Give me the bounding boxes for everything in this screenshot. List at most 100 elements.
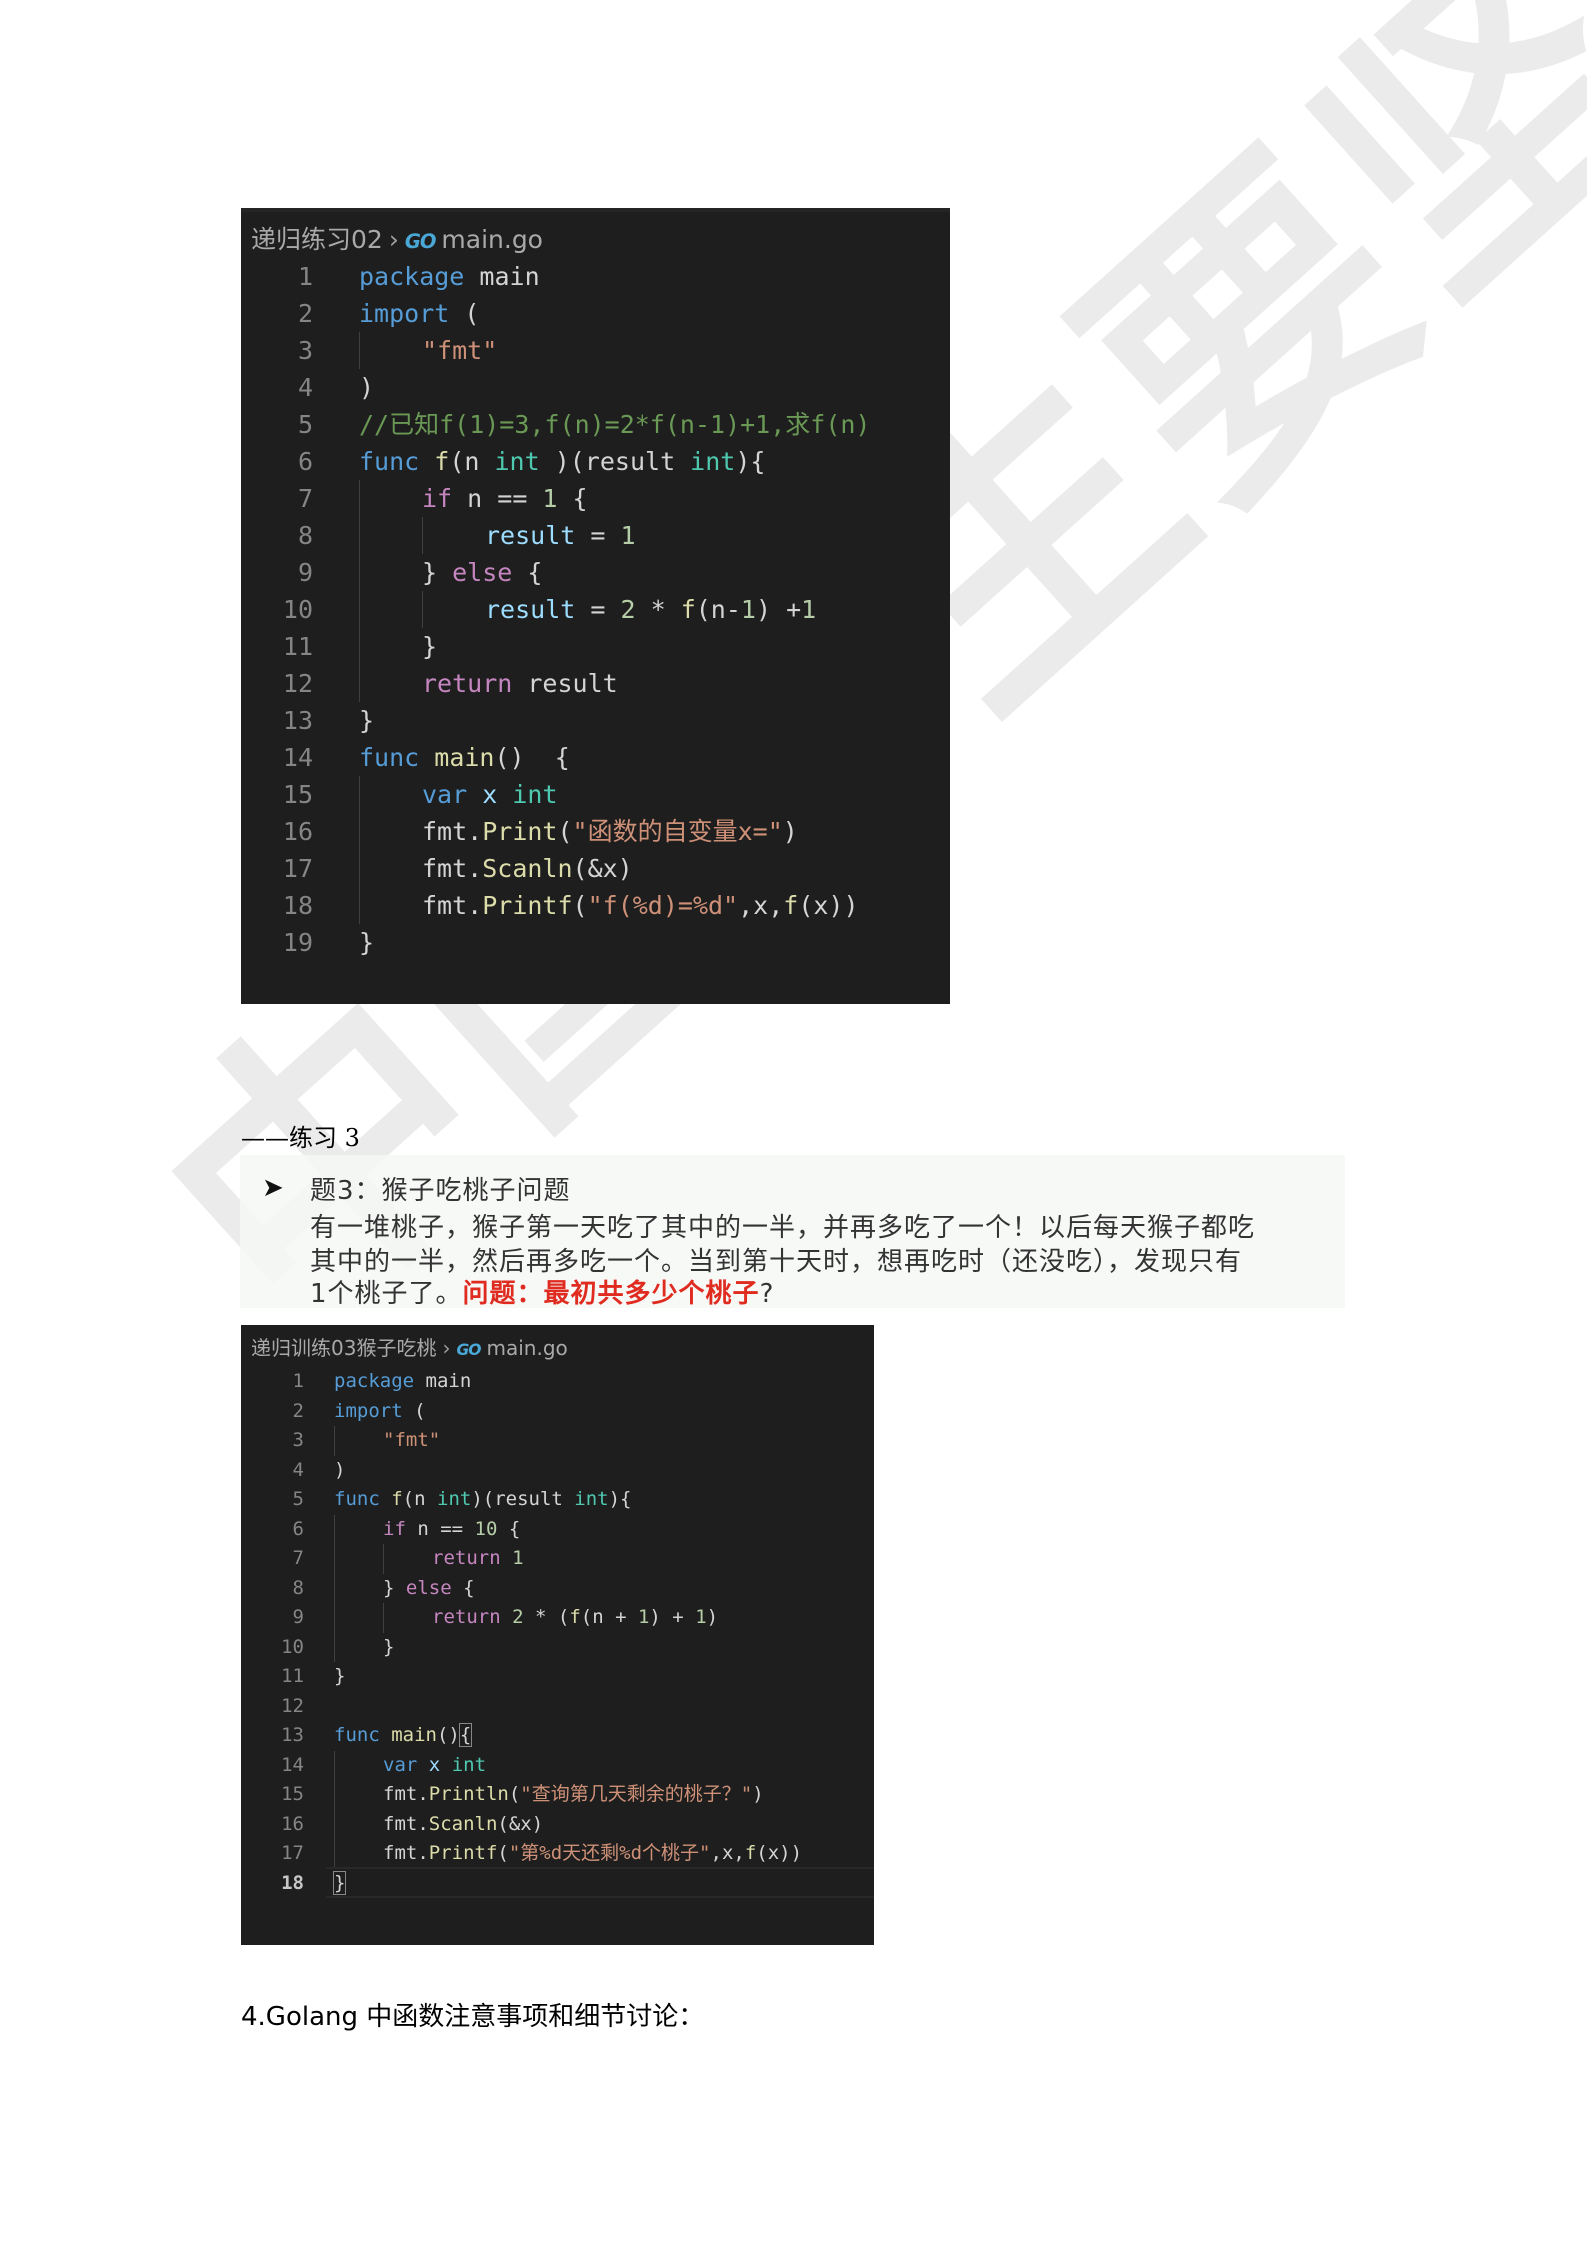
code-token: ){ [735,447,766,476]
problem-line-3-suffix: ? [759,1279,775,1309]
chevron-right-icon: › [388,225,399,254]
breadcrumb-file[interactable]: main.go [487,1336,568,1360]
indent-guide [422,517,423,554]
code-text[interactable]: //已知f(1)=3,f(n)=2*f(n-1)+1,求f(n) [359,406,871,443]
code-token: Print [482,817,558,846]
code-text[interactable]: import ( [359,295,479,332]
code-text[interactable]: result = 2 * f(n-1) +1 [485,591,816,628]
code-text[interactable]: ) [334,1456,345,1486]
code-text[interactable]: if n == 10 { [383,1515,520,1545]
code-token: ) [359,373,375,402]
line-number: 3 [297,336,313,365]
code-token: ( [572,891,588,920]
line-number: 11 [282,632,313,661]
indent-guide [334,1809,335,1839]
breadcrumb-folder[interactable]: 递归训练03猴子吃桃 [251,1336,436,1360]
code-token: = [575,595,621,624]
code-text[interactable]: fmt.Print("函数的自变量x=") [422,813,798,850]
code-token: ( [449,299,480,328]
code-token: () [436,1724,460,1746]
code-line: 12 [241,1692,874,1722]
code-token: fmt. [383,1783,429,1805]
code-text[interactable]: return 2 * (f(n + 1) + 1) [432,1603,718,1633]
code-text[interactable]: import ( [334,1397,426,1427]
code-token: ) [782,817,798,846]
code-text[interactable]: ) [359,369,374,406]
line-number: 16 [282,817,313,846]
code-text[interactable]: var x int [422,776,558,813]
code-text[interactable]: package main [334,1367,471,1397]
breadcrumb-file[interactable]: main.go [441,225,543,254]
code-text[interactable]: fmt.Printf("第%d天还剩%d个桃子",x,f(x)) [383,1839,802,1869]
code-token: * [635,595,681,624]
code-token: int [494,447,540,476]
code-screenshot-recursion-03-monkey-peach: 递归训练03猴子吃桃 › GO main.go 1 package main 2 impor… [241,1325,874,1945]
line-number: 4 [297,373,313,402]
code-token: "fmt" [422,336,498,365]
line-number: 17 [282,854,313,883]
code-token: } [383,1576,406,1599]
code-text[interactable]: if n == 1 { [422,480,588,517]
code-token: ) [706,1606,719,1628]
code-token: } [359,928,375,957]
code-token: ) [752,1783,764,1805]
line-number: 10 [281,1635,304,1658]
code-token: Printf [482,891,573,920]
code-text[interactable]: } [383,1633,394,1663]
code-line: 14 func main() { [241,739,950,776]
code-line: 17 fmt.Printf("第%d天还剩%d个桃子",x,f(x)) [241,1839,874,1869]
code-token: ( [402,1399,426,1422]
code-line: 11} [241,628,950,665]
indent-guide [359,332,360,369]
code-line: 7 if n == 1 { [241,480,950,517]
line-number: 13 [282,706,313,735]
code-text[interactable]: } [359,924,374,961]
code-text[interactable]: fmt.Scanln(&x) [422,850,633,887]
code-text[interactable]: } else { [422,554,542,591]
code-text[interactable]: "fmt" [422,332,497,369]
line-number: 9 [297,558,313,587]
code-text[interactable]: result = 1 [485,517,636,554]
code-token: (n [402,1488,437,1510]
breadcrumb-folder[interactable]: 递归练习02 [251,225,383,254]
code-line: 17 fmt.Scanln(&x) [241,850,950,887]
code-text[interactable]: } [359,702,374,739]
code-line: 16 fmt.Scanln(&x) [241,1809,874,1840]
code-text[interactable]: func f(n int)(result int){ [334,1485,632,1515]
code-text[interactable]: func main() { [359,739,570,776]
code-text[interactable]: func f(n int )(result int){ [359,443,765,480]
code-token: { [458,1723,473,1747]
code-text[interactable]: } [422,628,437,665]
line-number: 18 [281,1871,304,1894]
code-token: } [422,558,453,587]
code-token: )(result [539,447,691,476]
indent-guide [359,517,360,554]
code-text[interactable]: return 1 [432,1544,524,1574]
code-token: n == [452,484,543,513]
indent-guide [383,1603,384,1633]
code-text[interactable]: } else { [383,1574,475,1604]
code-text[interactable]: fmt.Printf("f(%d)=%d",x,f(x)) [422,887,859,924]
code-line: 8} else { [241,1573,874,1604]
code-line: 4) [241,1456,874,1486]
code-text[interactable]: return result [422,665,618,702]
go-icon: GO [456,1341,481,1359]
code-token: 10 [474,1517,498,1540]
code-text[interactable]: } [332,1869,347,1899]
code-screenshot-recursion-02: 递归练习02 › GO main.go 1 package main 2 import (3… [241,208,950,1004]
line-number: 6 [292,1517,304,1540]
indent-guide [334,1750,335,1780]
line-number: 9 [292,1606,304,1628]
code-text[interactable]: fmt.Scanln(&x) [383,1810,543,1840]
code-token: fmt. [422,854,483,883]
code-line: 12 return result [241,665,950,702]
code-text[interactable]: func main(){ [334,1721,473,1751]
code-text[interactable]: } [334,1662,345,1692]
code-text[interactable]: package main [359,258,540,295]
code-text[interactable]: fmt.Println("查询第几天剩余的桃子？") [383,1780,764,1810]
code-token: (n [449,447,495,476]
code-text[interactable]: "fmt" [383,1426,440,1456]
code-text[interactable]: var x int [383,1751,486,1781]
indent-guide [334,1514,335,1544]
